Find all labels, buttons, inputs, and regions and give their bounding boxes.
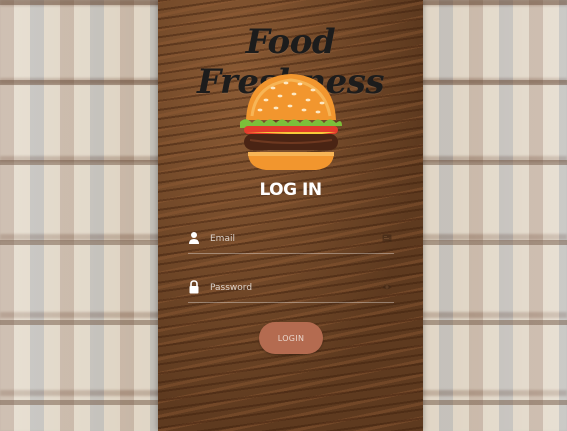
- eye-icon[interactable]: [382, 282, 392, 292]
- lock-icon: [189, 280, 199, 294]
- id-card-icon: [382, 234, 392, 242]
- background-shelves-right: [409, 0, 567, 431]
- password-input[interactable]: [208, 276, 372, 300]
- burger-icon: [240, 74, 342, 170]
- password-field-container: [188, 274, 394, 303]
- email-input[interactable]: [208, 227, 372, 251]
- email-field-container: [188, 225, 394, 254]
- login-button[interactable]: LOGIN: [259, 322, 323, 354]
- user-icon: [189, 232, 199, 244]
- login-heading: LOG IN: [259, 180, 322, 200]
- background-shelves-left: [0, 0, 158, 431]
- login-panel: Food Freshness LOG IN: [158, 0, 423, 431]
